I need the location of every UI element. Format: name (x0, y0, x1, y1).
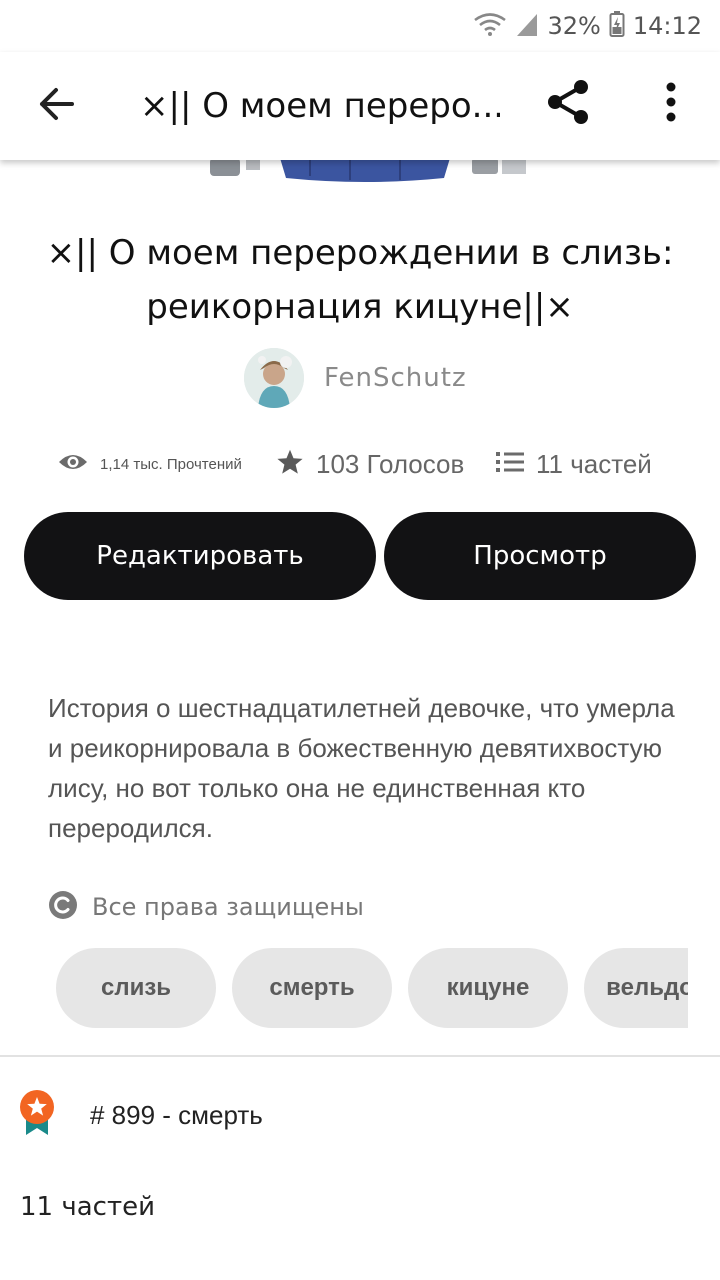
app-toolbar: ×|| О моем переро... (0, 52, 720, 160)
toolbar-title: ×|| О моем переро... (140, 86, 500, 126)
parts-section-heading: 11 частей (20, 1192, 155, 1222)
back-button[interactable] (26, 76, 86, 136)
wifi-icon (473, 11, 507, 42)
votes-stat: 103 Голосов (276, 444, 464, 484)
copyright-text: Все права защищены (92, 893, 364, 921)
parts-stat: 11 частей (496, 444, 652, 484)
more-options-button[interactable] (646, 74, 696, 134)
tag-chip[interactable]: слизь (56, 948, 216, 1028)
copyright-icon (48, 890, 78, 925)
status-indicators: 32% 14:12 (473, 10, 702, 42)
avatar (244, 348, 304, 408)
more-vert-icon (665, 82, 677, 127)
author-name: FenSchutz (324, 363, 467, 393)
share-button[interactable] (538, 74, 598, 134)
reads-stat: 1,14 тыс. Прочтений (58, 444, 242, 484)
status-bar: 32% 14:12 (0, 0, 720, 52)
tag-chip[interactable]: смерть (232, 948, 392, 1028)
share-icon (543, 77, 593, 132)
author-link[interactable]: FenSchutz (244, 348, 467, 408)
back-arrow-icon (36, 86, 76, 127)
tag-chip[interactable]: вельдора (584, 948, 688, 1028)
parts-count: 11 частей (536, 448, 652, 479)
cover-image (200, 158, 536, 182)
rank-badge-icon (18, 1089, 56, 1142)
eye-icon (58, 451, 88, 478)
clock: 14:12 (632, 12, 702, 40)
tag-list: слизь смерть кицуне вельдора (56, 948, 688, 1028)
battery-percent: 32% (547, 12, 601, 40)
copyright-notice: Все права защищены (48, 890, 364, 924)
tag-chip[interactable]: кицуне (408, 948, 568, 1028)
votes-count: 103 Голосов (316, 448, 465, 479)
battery-icon (609, 10, 625, 43)
reads-count: 1,14 тыс. Прочтений (100, 455, 242, 473)
edit-button[interactable]: Редактировать (24, 512, 376, 600)
story-stats: 1,14 тыс. Прочтений 103 Голосов 11 часте… (0, 444, 720, 484)
star-icon (276, 448, 304, 481)
rank-text: # 899 - смерть (90, 1099, 263, 1130)
preview-button[interactable]: Просмотр (384, 512, 696, 600)
section-divider (0, 1055, 720, 1057)
signal-icon (515, 11, 539, 42)
story-title: ×|| О моем перерождении в слизь: реикорн… (46, 233, 674, 327)
list-icon (496, 450, 524, 479)
ranking-link[interactable]: # 899 - смерть (18, 1088, 263, 1142)
story-description: История о шестнадцатилетней девочке, что… (48, 693, 675, 843)
